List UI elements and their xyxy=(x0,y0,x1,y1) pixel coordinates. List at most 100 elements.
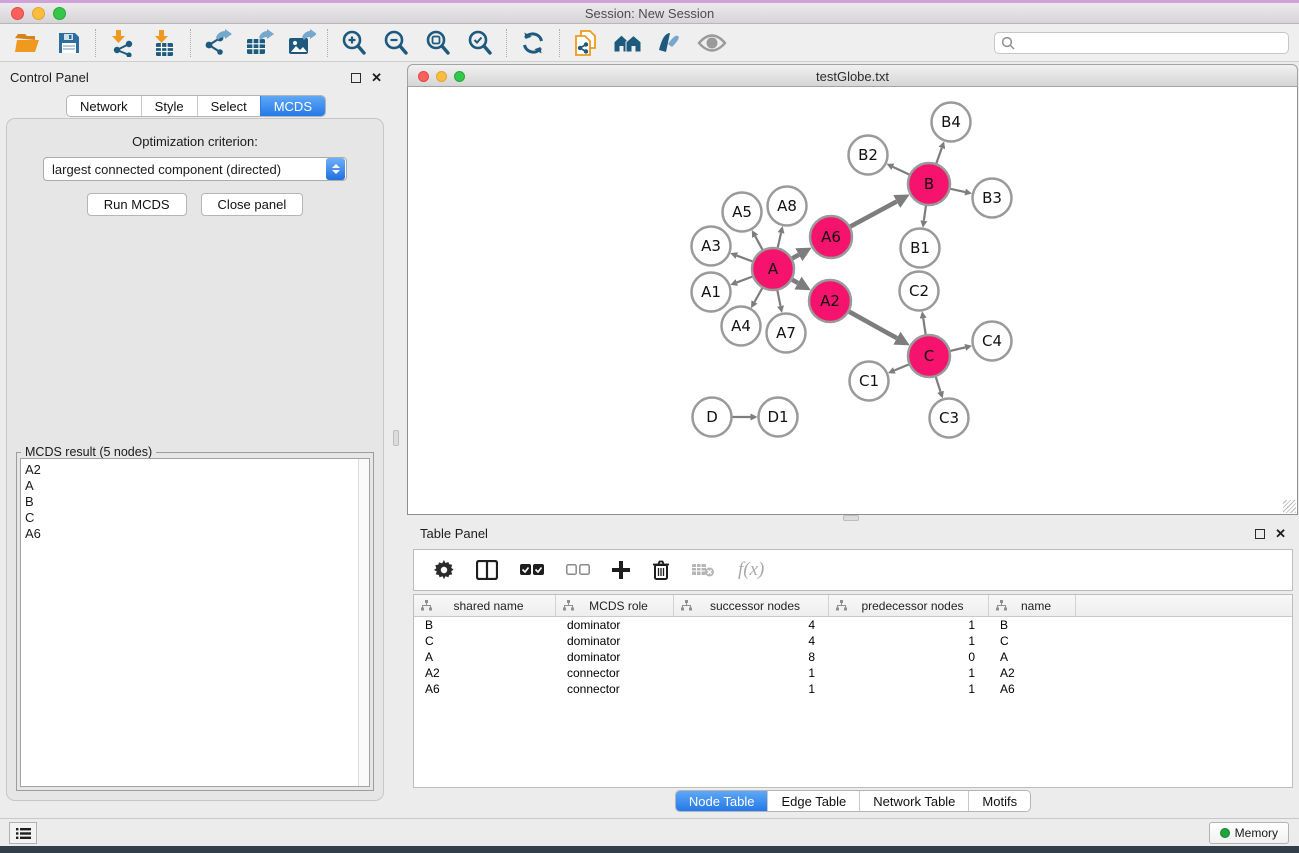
select-all-icon xyxy=(520,564,544,576)
network-window-titlebar[interactable]: testGlobe.txt xyxy=(407,64,1298,87)
column-header-shared-name[interactable]: shared name xyxy=(414,595,556,616)
table-row[interactable]: A2connector11A2 xyxy=(414,665,1292,681)
tab-edge-table[interactable]: Edge Table xyxy=(767,791,859,811)
graph-node-label: A2 xyxy=(820,292,840,310)
tab-motifs[interactable]: Motifs xyxy=(968,791,1030,811)
search-icon xyxy=(1001,36,1015,50)
apply-layout-button[interactable] xyxy=(512,26,554,60)
column-header-name[interactable]: name xyxy=(989,595,1076,616)
show-panels-button[interactable] xyxy=(9,822,37,844)
add-column-button[interactable] xyxy=(612,561,630,579)
zoom-selected-button[interactable] xyxy=(459,26,501,60)
select-all-button[interactable] xyxy=(520,564,544,576)
deselect-all-button[interactable] xyxy=(566,564,590,576)
graph-edge-A-A3[interactable] xyxy=(737,256,753,262)
graph-edge-A-A8[interactable] xyxy=(778,233,781,248)
column-header-predecessor-nodes[interactable]: predecessor nodes xyxy=(829,595,989,616)
open-session-button[interactable] xyxy=(6,26,48,60)
column-chooser-button[interactable] xyxy=(476,560,498,580)
graph-edge-A-A4[interactable] xyxy=(754,288,762,302)
window-resize-grip[interactable] xyxy=(1283,500,1296,513)
cell-predecessor-nodes: 0 xyxy=(829,650,989,664)
close-table-panel-icon[interactable]: ✕ xyxy=(1275,529,1286,539)
export-network-button[interactable] xyxy=(196,26,238,60)
mcds-result-item[interactable]: A xyxy=(25,478,369,494)
memory-button[interactable]: Memory xyxy=(1209,822,1289,844)
tab-mcds[interactable]: MCDS xyxy=(260,96,325,116)
graph-edge-A-A1[interactable] xyxy=(737,277,753,283)
graph-edge-B-B4[interactable] xyxy=(936,148,941,163)
tab-network[interactable]: Network xyxy=(67,96,141,116)
graph-edge-B-B3[interactable] xyxy=(950,189,965,192)
search-input[interactable] xyxy=(1015,36,1288,50)
tab-node-table[interactable]: Node Table xyxy=(676,791,768,811)
network-graph: B4B2BB3A5A8A6B1A3AC2A1A2A4A7C4CC1C3DD1 xyxy=(408,87,1297,513)
graph-edge-A-A7[interactable] xyxy=(777,291,780,306)
network-canvas[interactable]: B4B2BB3A5A8A6B1A3AC2A1A2A4A7C4CC1C3DD1 xyxy=(407,87,1298,515)
table-row[interactable]: Bdominator41B xyxy=(414,617,1292,633)
graph-edge-C-C3[interactable] xyxy=(936,377,941,392)
graph-edge-A2-C[interactable] xyxy=(849,312,897,338)
cell-name: A6 xyxy=(989,682,1076,696)
import-network-button[interactable] xyxy=(101,26,143,60)
style-button[interactable] xyxy=(649,26,691,60)
tab-style[interactable]: Style xyxy=(141,96,197,116)
home-button[interactable] xyxy=(607,26,649,60)
mcds-result-item[interactable]: B xyxy=(25,494,369,510)
mcds-result-item[interactable]: A2 xyxy=(25,462,369,478)
run-mcds-button[interactable]: Run MCDS xyxy=(87,193,187,216)
vertical-splitter-handle[interactable] xyxy=(393,430,399,446)
graph-edge-C-C2[interactable] xyxy=(923,318,925,334)
export-table-button[interactable] xyxy=(238,26,280,60)
cell-successor-nodes: 8 xyxy=(674,650,829,664)
mcds-result-list: A2ABCA6 xyxy=(20,458,370,787)
horizontal-splitter-handle[interactable] xyxy=(843,515,859,521)
zoom-fit-button[interactable] xyxy=(417,26,459,60)
zoom-in-button[interactable] xyxy=(333,26,375,60)
cell-successor-nodes: 4 xyxy=(674,634,829,648)
zoom-out-button[interactable] xyxy=(375,26,417,60)
table-settings-button[interactable] xyxy=(434,560,454,580)
graph-node-label: A6 xyxy=(821,228,841,246)
close-panel-icon[interactable]: ✕ xyxy=(371,73,382,83)
show-graphics-details-button[interactable] xyxy=(691,26,733,60)
column-header-successor-nodes[interactable]: successor nodes xyxy=(674,595,829,616)
cell-predecessor-nodes: 1 xyxy=(829,666,989,680)
graph-edge-B-B1[interactable] xyxy=(924,206,926,221)
cell-shared-name: A6 xyxy=(414,682,556,696)
graph-edge-C-C4[interactable] xyxy=(950,347,965,351)
tab-network-table[interactable]: Network Table xyxy=(859,791,968,811)
column-type-icon xyxy=(563,600,574,611)
graph-edge-A6-B[interactable] xyxy=(850,201,896,226)
save-session-button[interactable] xyxy=(48,26,90,60)
float-panel-icon[interactable] xyxy=(351,73,361,83)
float-table-panel-icon[interactable] xyxy=(1255,529,1265,539)
cell-name: A xyxy=(989,650,1076,664)
export-network-icon xyxy=(202,29,232,57)
graph-edge-A-A2[interactable] xyxy=(792,280,798,283)
graph-edge-A-A6[interactable] xyxy=(792,255,799,259)
graph-edge-C-C1[interactable] xyxy=(894,364,908,370)
criterion-select[interactable]: largest connected component (directed) xyxy=(43,157,347,181)
graph-edge-B-B2[interactable] xyxy=(893,167,909,175)
scrollbar-track[interactable] xyxy=(358,459,369,786)
table-body: Bdominator41BCdominator41CAdominator80AA… xyxy=(414,617,1292,697)
search-field[interactable] xyxy=(994,32,1289,54)
table-row[interactable]: Adominator80A xyxy=(414,649,1292,665)
table-row[interactable]: Cdominator41C xyxy=(414,633,1292,649)
mcds-result-item[interactable]: A6 xyxy=(25,526,369,542)
cell-successor-nodes: 1 xyxy=(674,682,829,696)
cell-predecessor-nodes: 1 xyxy=(829,682,989,696)
export-image-button[interactable] xyxy=(280,26,322,60)
graph-node-label: B xyxy=(924,175,934,193)
tab-select[interactable]: Select xyxy=(197,96,260,116)
table-row[interactable]: A6connector11A6 xyxy=(414,681,1292,697)
delete-column-button[interactable] xyxy=(652,560,670,580)
export-image-icon xyxy=(286,29,316,57)
close-panel-button[interactable]: Close panel xyxy=(201,193,304,216)
import-table-button[interactable] xyxy=(143,26,185,60)
graph-edge-A-A5[interactable] xyxy=(755,236,762,249)
column-header-mcds-role[interactable]: MCDS role xyxy=(556,595,674,616)
clone-network-button[interactable] xyxy=(565,26,607,60)
mcds-result-item[interactable]: C xyxy=(25,510,369,526)
